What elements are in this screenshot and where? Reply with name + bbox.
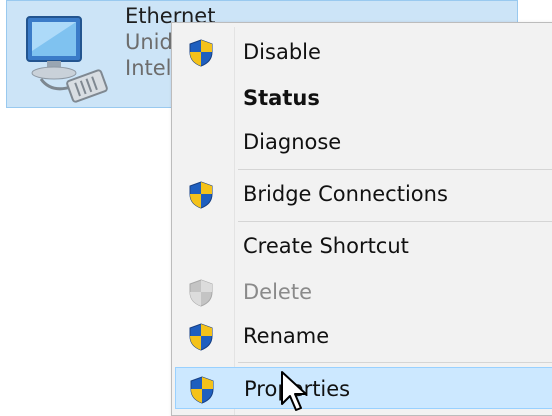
network-adapter-icon xyxy=(26,16,108,103)
context-menu: Disable Status Diagnose Bridge Connectio… xyxy=(171,22,552,416)
menu-item-label: Create Shortcut xyxy=(243,234,409,258)
menu-item-rename[interactable]: Rename xyxy=(175,315,552,357)
menu-item-label: Delete xyxy=(243,280,312,304)
menu-item-disable[interactable]: Disable xyxy=(175,31,552,73)
menu-item-label: Diagnose xyxy=(243,130,342,154)
uac-shield-icon xyxy=(189,323,213,351)
menu-item-delete: Delete xyxy=(175,271,552,313)
menu-item-bridge-connections[interactable]: Bridge Connections xyxy=(175,173,552,215)
menu-item-label: Disable xyxy=(243,40,321,64)
menu-item-label: Rename xyxy=(243,324,330,348)
menu-separator xyxy=(238,169,552,170)
menu-item-status[interactable]: Status xyxy=(175,77,552,119)
uac-shield-icon xyxy=(189,181,213,209)
arrow-pointer-icon xyxy=(281,371,307,411)
uac-shield-icon xyxy=(189,279,213,307)
menu-item-label: Status xyxy=(243,86,320,110)
menu-separator xyxy=(238,362,552,363)
menu-item-create-shortcut[interactable]: Create Shortcut xyxy=(175,225,552,267)
uac-shield-icon xyxy=(189,39,213,67)
menu-item-label: Bridge Connections xyxy=(243,182,448,206)
uac-shield-icon xyxy=(190,376,214,404)
menu-item-diagnose[interactable]: Diagnose xyxy=(175,121,552,163)
menu-item-properties[interactable]: Properties xyxy=(175,367,552,409)
menu-separator xyxy=(238,221,552,222)
